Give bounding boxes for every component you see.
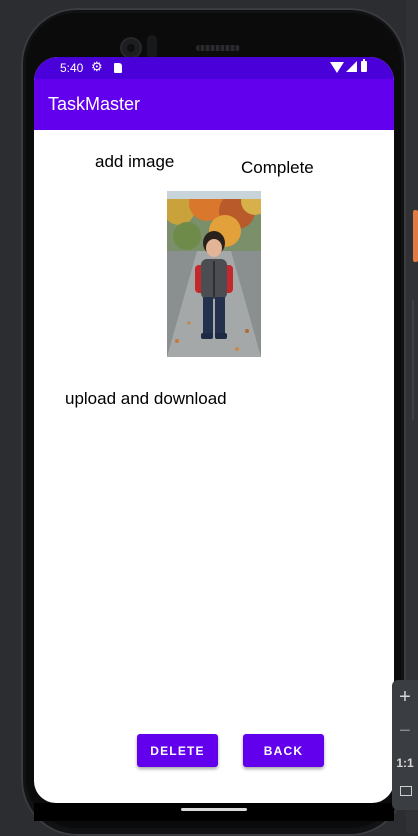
zoom-out-button[interactable]: − <box>392 720 418 743</box>
wifi-icon <box>330 62 344 73</box>
battery-icon <box>361 59 367 72</box>
home-gesture-handle[interactable] <box>181 808 247 811</box>
task-image <box>167 191 261 357</box>
app-title: TaskMaster <box>48 94 141 114</box>
task-status-label: Complete <box>241 158 314 177</box>
navigation-bar <box>34 803 394 821</box>
delete-button[interactable]: DELETE <box>137 734 218 767</box>
zoom-ratio-button[interactable]: 1:1 <box>392 756 418 770</box>
status-bar: 5:40 ⚙ <box>34 57 394 79</box>
add-image-label[interactable]: add image <box>95 152 174 172</box>
earpiece-speaker-icon <box>196 45 240 51</box>
fit-screen-icon[interactable] <box>400 786 412 796</box>
upload-download-label[interactable]: upload and download <box>65 389 227 409</box>
emulator-zoom-panel: + − 1:1 <box>392 680 418 810</box>
status-time: 5:40 <box>60 61 84 75</box>
front-camera-icon <box>122 39 140 57</box>
zoom-in-button[interactable]: + <box>392 686 418 709</box>
settings-icon: ⚙ <box>91 59 103 74</box>
back-button[interactable]: BACK <box>243 734 324 767</box>
signal-icon <box>346 61 357 72</box>
emulator-scroll-accent[interactable] <box>413 210 418 262</box>
sd-card-icon <box>114 63 122 73</box>
app-bar: TaskMaster <box>34 79 394 130</box>
proximity-sensor-icon <box>147 35 157 59</box>
emulator-scrollbar[interactable] <box>412 300 414 420</box>
phone-screen: 5:40 ⚙ TaskMaster add image Complete upl… <box>34 57 394 803</box>
